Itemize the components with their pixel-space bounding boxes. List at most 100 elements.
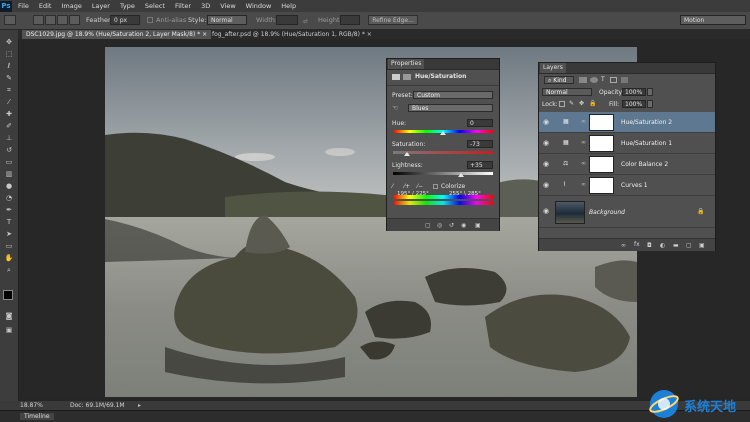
menu-3d[interactable]: 3D bbox=[201, 2, 210, 10]
workspace-select[interactable]: Motion bbox=[680, 15, 746, 25]
tab-timeline[interactable]: Timeline bbox=[20, 413, 54, 420]
zoom-level[interactable]: 18.87% bbox=[20, 402, 43, 409]
menu-file[interactable]: File bbox=[18, 2, 29, 10]
crop-tool-icon[interactable]: ⌗ bbox=[4, 86, 14, 94]
feather-input[interactable]: 0 px bbox=[110, 15, 140, 25]
eyedropper-icon[interactable]: ⁄ bbox=[392, 183, 393, 190]
fill-dropdown-icon[interactable] bbox=[647, 100, 653, 108]
eyedropper-plus-icon[interactable]: ⁄+ bbox=[404, 183, 410, 190]
layer-name[interactable]: Hue/Saturation 2 bbox=[621, 119, 672, 126]
opacity-dropdown-icon[interactable] bbox=[647, 88, 653, 96]
mask-icon[interactable] bbox=[403, 74, 411, 80]
type-tool-icon[interactable]: T bbox=[4, 218, 14, 226]
tab-layers[interactable]: Layers bbox=[540, 63, 566, 73]
status-menu-arrow-icon[interactable]: ▸ bbox=[138, 402, 141, 409]
layer-row[interactable]: ◉ ▦ ∞ Hue/Saturation 2 bbox=[539, 112, 715, 133]
new-adjustment-icon[interactable]: ◐ bbox=[660, 242, 665, 249]
visibility-eye-icon[interactable]: ◉ bbox=[543, 160, 551, 168]
layer-mask-thumbnail[interactable] bbox=[589, 156, 614, 173]
layer-row[interactable]: ◉ ▦ ∞ Hue/Saturation 1 bbox=[539, 133, 715, 154]
type-filter-icon[interactable]: T bbox=[601, 76, 605, 83]
close-icon[interactable]: × bbox=[367, 31, 372, 38]
pixel-filter-icon[interactable] bbox=[579, 77, 587, 83]
hue-slider-thumb[interactable] bbox=[440, 131, 446, 135]
layer-mask-thumbnail[interactable] bbox=[589, 135, 614, 152]
hand-tool-icon[interactable]: ✋ bbox=[4, 254, 14, 262]
subtract-selection-icon[interactable] bbox=[57, 15, 68, 25]
marquee-tool-icon[interactable]: ⬚ bbox=[4, 50, 14, 58]
shape-filter-icon[interactable] bbox=[610, 77, 617, 83]
new-selection-icon[interactable] bbox=[33, 15, 44, 25]
new-layer-icon[interactable]: ▢ bbox=[686, 242, 692, 249]
layer-row[interactable]: ◉ ⚖ ∞ Color Balance 2 bbox=[539, 154, 715, 175]
fill-input[interactable]: 100% bbox=[622, 100, 646, 108]
background-thumbnail[interactable] bbox=[555, 201, 585, 224]
colorize-checkbox[interactable] bbox=[433, 184, 438, 189]
fx-icon[interactable]: fx bbox=[634, 241, 640, 248]
lightness-slider-track[interactable] bbox=[393, 172, 493, 175]
close-icon[interactable]: × bbox=[202, 31, 207, 38]
lightness-slider-thumb[interactable] bbox=[457, 173, 464, 177]
visibility-eye-icon[interactable]: ◉ bbox=[543, 118, 551, 126]
move-tool-icon[interactable]: ✥ bbox=[4, 38, 14, 46]
zoom-tool-icon[interactable]: ⌕ bbox=[4, 266, 14, 274]
tab-properties[interactable]: Properties bbox=[388, 59, 425, 69]
swap-icon[interactable]: ⇄ bbox=[303, 18, 308, 25]
pen-tool-icon[interactable]: ✒ bbox=[4, 206, 14, 214]
trash-icon[interactable]: ▣ bbox=[699, 242, 705, 249]
layer-row[interactable]: ◉ ⌇ ∞ Curves 1 bbox=[539, 175, 715, 196]
lightness-input[interactable]: +35 bbox=[467, 161, 493, 169]
menu-window[interactable]: Window bbox=[246, 2, 272, 10]
lock-all-icon[interactable]: 🔒 bbox=[589, 100, 596, 107]
trash-icon[interactable]: ▣ bbox=[475, 222, 481, 229]
tab-dsc1029[interactable]: DSC1029.jpg @ 18.9% (Hue/Saturation 2, L… bbox=[22, 30, 212, 39]
gradient-tool-icon[interactable]: ▥ bbox=[4, 170, 14, 178]
layer-name[interactable]: Curves 1 bbox=[621, 182, 648, 189]
menu-edit[interactable]: Edit bbox=[39, 2, 52, 10]
menu-help[interactable]: Help bbox=[281, 2, 296, 10]
reset-icon[interactable]: ↺ bbox=[449, 222, 454, 229]
visibility-eye-icon[interactable]: ◉ bbox=[543, 181, 551, 189]
saturation-input[interactable]: -73 bbox=[467, 140, 493, 148]
link-icon[interactable]: ∞ bbox=[581, 118, 586, 125]
opacity-input[interactable]: 100% bbox=[622, 88, 646, 96]
dodge-tool-icon[interactable]: ◔ bbox=[4, 194, 14, 202]
quick-select-tool-icon[interactable]: ✎ bbox=[4, 74, 14, 82]
menu-select[interactable]: Select bbox=[145, 2, 165, 10]
layer-name[interactable]: Color Balance 2 bbox=[621, 161, 668, 168]
saturation-slider-thumb[interactable] bbox=[403, 152, 410, 156]
add-mask-icon[interactable]: ◘ bbox=[647, 242, 652, 249]
quick-mask-icon[interactable]: ◙ bbox=[4, 312, 14, 320]
style-select[interactable]: Normal bbox=[207, 15, 247, 25]
eyedropper-tool-icon[interactable]: ⁄ bbox=[4, 98, 14, 106]
eyedropper-minus-icon[interactable]: ⁄− bbox=[417, 183, 423, 190]
layer-mask-thumbnail[interactable] bbox=[589, 114, 614, 131]
marquee-preset-icon[interactable] bbox=[4, 15, 16, 25]
menu-type[interactable]: Type bbox=[120, 2, 135, 10]
link-icon[interactable]: ∞ bbox=[581, 160, 586, 167]
add-selection-icon[interactable] bbox=[45, 15, 56, 25]
lock-transparent-icon[interactable] bbox=[559, 101, 565, 107]
visibility-eye-icon[interactable]: ◉ bbox=[543, 207, 551, 215]
kind-filter-select[interactable]: ⌕ Kind bbox=[544, 76, 574, 84]
new-group-icon[interactable]: ▬ bbox=[673, 242, 679, 249]
clone-stamp-tool-icon[interactable]: ⊥ bbox=[4, 134, 14, 142]
hue-input[interactable]: 0 bbox=[467, 119, 493, 127]
lasso-tool-icon[interactable]: ℓ bbox=[4, 62, 14, 70]
height-input[interactable] bbox=[340, 15, 360, 25]
adjustment-filter-icon[interactable] bbox=[590, 77, 598, 83]
color-range-bar-bottom[interactable] bbox=[393, 201, 493, 205]
layer-name[interactable]: Background bbox=[589, 209, 625, 216]
menu-filter[interactable]: Filter bbox=[175, 2, 191, 10]
menu-layer[interactable]: Layer bbox=[92, 2, 110, 10]
layer-mask-thumbnail[interactable] bbox=[589, 177, 614, 194]
foreground-color-swatch[interactable] bbox=[3, 290, 13, 300]
history-brush-tool-icon[interactable]: ↺ bbox=[4, 146, 14, 154]
smart-filter-icon[interactable] bbox=[621, 77, 628, 83]
blur-tool-icon[interactable]: ● bbox=[4, 182, 14, 190]
healing-brush-tool-icon[interactable]: ✚ bbox=[4, 110, 14, 118]
brush-tool-icon[interactable]: ✐ bbox=[4, 122, 14, 130]
lock-position-icon[interactable]: ✥ bbox=[579, 100, 584, 107]
visibility-eye-icon[interactable]: ◉ bbox=[543, 139, 551, 147]
view-previous-icon[interactable]: ◎ bbox=[437, 222, 442, 229]
